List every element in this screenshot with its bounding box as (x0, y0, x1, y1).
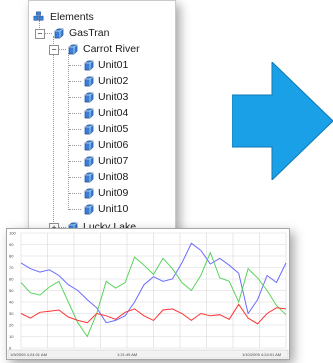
tree-item-label: Unit10 (98, 203, 129, 215)
tree-item-unit[interactable]: Unit07 (33, 154, 173, 169)
element-tree-panel: Elements − GasTran − Carrot River Unit01… (28, 0, 176, 242)
element-cube-icon (84, 140, 94, 151)
tree-connector (69, 193, 81, 194)
tree-connector (59, 49, 66, 50)
tree-item-label: Unit03 (98, 91, 129, 103)
tree-item-unit[interactable]: Unit04 (33, 106, 173, 121)
element-cube-icon (84, 108, 94, 119)
tree-item-unit[interactable]: Unit08 (33, 170, 173, 185)
tree-item-label: Unit09 (98, 187, 129, 199)
tree-item-unit[interactable]: Unit09 (33, 186, 173, 201)
y-axis-ticks: 1009080706050403020100 (9, 231, 16, 351)
x-end-label: 1/10/2009 4:24:01 AM (242, 352, 281, 357)
elements-root-icon (33, 11, 44, 21)
tree-connector (69, 145, 81, 146)
tree-connector (69, 177, 81, 178)
tree-item-gastran[interactable]: − GasTran (33, 26, 173, 41)
tree-item-label: Unit06 (98, 139, 129, 151)
tree-item-unit[interactable]: Unit06 (33, 138, 173, 153)
tree-item-label: Unit05 (98, 123, 129, 135)
collapse-expander-icon[interactable]: − (49, 45, 59, 55)
tree-item-unit[interactable]: Unit03 (33, 90, 173, 105)
element-cube-icon (84, 92, 94, 103)
element-cube-icon (84, 188, 94, 199)
tree-item-unit[interactable]: Unit01 (33, 58, 173, 73)
tree-item-label: Unit01 (98, 59, 129, 71)
element-cube-icon (84, 124, 94, 135)
tree-item-elements[interactable]: Elements (33, 10, 173, 25)
x-mid-label: 1:21:49 AM (117, 352, 137, 357)
element-cube-icon (84, 156, 94, 167)
tree-connector (45, 33, 52, 34)
y-tick-label: 70 (9, 265, 14, 270)
y-tick-label: 90 (9, 242, 14, 247)
y-tick-label: 40 (9, 300, 14, 305)
y-tick-label: 20 (9, 323, 14, 328)
tree-connector (69, 65, 81, 66)
tree-item-unit[interactable]: Unit10 (33, 202, 173, 217)
transform-arrow-icon (232, 62, 333, 180)
y-tick-label: 60 (9, 277, 14, 282)
tree-item-label: Unit04 (98, 107, 129, 119)
tree-connector (69, 129, 81, 130)
element-cube-icon (68, 44, 78, 55)
y-tick-label: 10 (9, 334, 14, 339)
tree-connector (69, 209, 81, 210)
tree-connector (69, 81, 81, 82)
chart-grid (20, 232, 287, 349)
trend-chart-panel[interactable]: 100 90 80 70 60 50 40 30 20 10 0 1/9/2009 4:24:01 … (6, 228, 290, 360)
y-tick-label: 100 (9, 231, 16, 236)
tree-connector (69, 97, 81, 98)
element-cube-icon (54, 28, 64, 39)
y-tick-label: 30 (9, 311, 14, 316)
y-tick-label: 50 (9, 288, 14, 293)
tree-item-label: Unit08 (98, 171, 129, 183)
tree-item-unit[interactable]: Unit05 (33, 122, 173, 137)
tree-item-label: Unit07 (98, 155, 129, 167)
y-tick-label: 80 (9, 254, 14, 259)
x-start-label: 1/9/2009 4:24:01 AM (10, 352, 47, 357)
element-cube-icon (84, 204, 94, 215)
element-cube-icon (84, 172, 94, 183)
tree-item-label: Elements (50, 11, 94, 23)
trend-chart[interactable]: 1009080706050403020100 1/9/2009 4:24:01 … (7, 229, 289, 359)
tree-item-carrot-river[interactable]: − Carrot River (33, 42, 173, 57)
tree-item-label: GasTran (69, 27, 110, 39)
element-cube-icon (84, 76, 94, 87)
tree-item-label: Unit02 (98, 75, 129, 87)
element-cube-icon (84, 60, 94, 71)
tree-item-unit[interactable]: Unit02 (33, 74, 173, 89)
tree-connector (69, 113, 81, 114)
collapse-expander-icon[interactable]: − (35, 29, 45, 39)
tree-item-label: Carrot River (83, 43, 140, 55)
tree-connector (69, 161, 81, 162)
